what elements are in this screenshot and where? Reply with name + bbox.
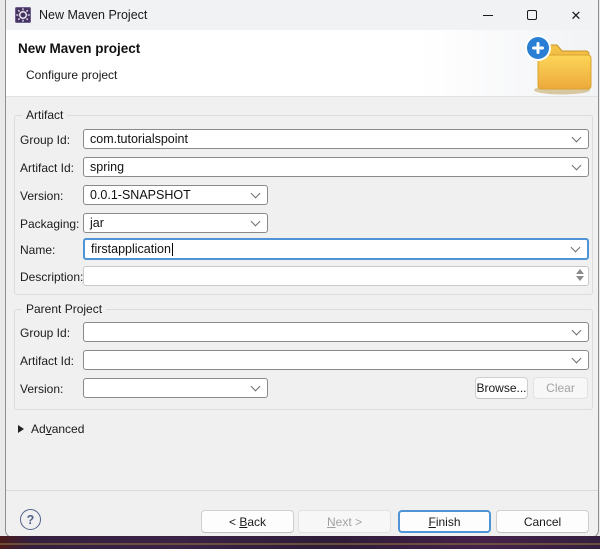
chevron-down-icon[interactable] (571, 160, 582, 171)
parent-version-label: Version: (20, 382, 64, 396)
description-label: Description: (20, 270, 84, 284)
wizard-subtitle: Configure project (26, 68, 118, 82)
title-bar[interactable]: New Maven Project ✕ (6, 0, 598, 30)
chevron-down-icon[interactable] (250, 216, 261, 227)
desktop-background-strip (0, 536, 600, 549)
finish-button[interactable]: Finish (398, 510, 491, 533)
version-label: Version: (20, 189, 64, 203)
chevron-down-icon[interactable] (570, 242, 581, 253)
wizard-title: New Maven project (18, 41, 141, 56)
back-button[interactable]: < Back (201, 510, 294, 533)
footer-separator (6, 490, 598, 491)
close-icon: ✕ (570, 7, 582, 23)
parent-version-combo[interactable] (83, 378, 268, 398)
new-maven-project-dialog: New Maven Project ✕ New Maven project Co… (5, 0, 599, 538)
group-id-label: Group Id: (20, 133, 71, 147)
scroll-down-icon[interactable] (576, 276, 584, 281)
parent-group-id-label: Group Id: (20, 326, 71, 340)
text-caret (171, 242, 173, 256)
packaging-label: Packaging: (20, 217, 80, 231)
chevron-down-icon[interactable] (250, 381, 261, 392)
parent-project-legend: Parent Project (22, 302, 107, 316)
minimize-icon (483, 14, 493, 16)
artifact-id-value: spring (90, 160, 125, 174)
question-mark-icon: ? (26, 512, 35, 527)
group-id-value: com.tutorialspoint (90, 132, 188, 146)
version-combo[interactable]: 0.0.1-SNAPSHOT (83, 185, 268, 205)
parent-artifact-id-combo[interactable] (83, 350, 589, 370)
close-button[interactable]: ✕ (554, 0, 598, 30)
chevron-down-icon[interactable] (571, 132, 582, 143)
cancel-button[interactable]: Cancel (496, 510, 589, 533)
name-combo[interactable]: firstapplication (83, 238, 589, 260)
browse-button[interactable]: Browse... (475, 377, 528, 399)
minimize-button[interactable] (466, 0, 510, 30)
name-value: firstapplication (91, 242, 171, 256)
artifact-id-label: Artifact Id: (20, 161, 75, 175)
version-value: 0.0.1-SNAPSHOT (90, 188, 191, 202)
advanced-label: Advanced (31, 422, 85, 436)
help-button[interactable]: ? (20, 509, 41, 530)
artifact-group-legend: Artifact (22, 108, 68, 122)
maven-app-icon (15, 7, 31, 23)
scroll-up-icon[interactable] (576, 269, 584, 274)
parent-group-id-combo[interactable] (83, 322, 589, 342)
name-label: Name: (20, 243, 56, 257)
description-field[interactable] (83, 266, 589, 286)
next-button[interactable]: Next > (298, 510, 391, 533)
advanced-toggle[interactable]: Advanced (18, 422, 84, 436)
wizard-header: New Maven project Configure project (6, 30, 598, 97)
chevron-down-icon[interactable] (250, 188, 261, 199)
new-project-folder-icon (525, 35, 592, 95)
window-title: New Maven Project (39, 8, 148, 22)
caption-buttons: ✕ (466, 0, 598, 30)
maximize-button[interactable] (510, 0, 554, 30)
collapsed-arrow-icon (18, 425, 24, 433)
maximize-icon (527, 10, 537, 20)
clear-button[interactable]: Clear (533, 377, 588, 399)
chevron-down-icon[interactable] (571, 353, 582, 364)
chevron-down-icon[interactable] (571, 325, 582, 336)
description-scroll-spinner (576, 269, 584, 281)
artifact-id-combo[interactable]: spring (83, 157, 589, 177)
group-id-combo[interactable]: com.tutorialspoint (83, 129, 589, 149)
packaging-combo[interactable]: jar (83, 213, 268, 233)
packaging-value: jar (90, 216, 104, 230)
parent-artifact-id-label: Artifact Id: (20, 354, 75, 368)
